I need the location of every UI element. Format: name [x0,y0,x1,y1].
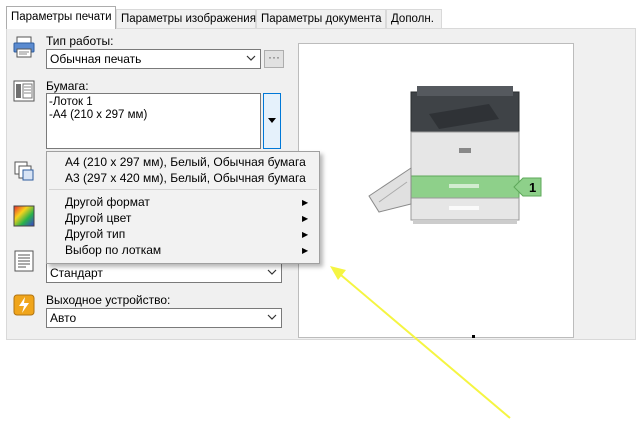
job-type-value: Обычная печать [50,52,142,66]
tab-image-settings[interactable]: Параметры изображения [116,9,256,28]
paper-summary-box[interactable]: -Лоток 1 -A4 (210 x 297 мм) [46,93,261,149]
menu-item-other-size[interactable]: Другой формат ▶ [65,195,308,210]
submenu-arrow-icon: ▶ [302,230,309,239]
menu-item-label: A4 (210 x 297 мм), Белый, Обычная бумага [65,155,306,169]
tab-advanced[interactable]: Дополн. [386,9,442,28]
menu-item-a3-plain[interactable]: A3 (297 x 420 мм), Белый, Обычная бумага [65,171,306,186]
tab-strip: Параметры печати Параметры изображения П… [6,6,636,29]
menu-item-a4-plain[interactable]: A4 (210 x 297 мм), Белый, Обычная бумага [65,155,306,170]
output-device-value: Авто [50,311,77,325]
menu-item-other-type[interactable]: Другой тип ▶ [65,227,308,242]
print-quality-dropdown[interactable]: Стандарт [46,263,282,283]
output-device-label: Выходное устройство: [46,293,171,307]
paper-label: Бумага: [46,79,89,93]
chevron-down-icon [267,314,277,320]
submenu-arrow-icon: ▶ [302,214,309,223]
chevron-down-icon [246,55,256,61]
cursor-icon [472,335,475,338]
menu-item-select-by-tray[interactable]: Выбор по лоткам ▶ [65,243,308,258]
output-device-icon [13,294,35,316]
paper-dropdown-button[interactable] [263,93,281,149]
paper-size-line: -A4 (210 x 297 мм) [49,109,148,121]
printer-preview-pane: 1 [298,43,574,338]
job-type-icon [13,36,35,58]
chevron-down-icon [267,269,277,275]
submenu-arrow-icon: ▶ [302,246,309,255]
job-type-label: Тип работы: [46,34,114,48]
output-device-dropdown[interactable]: Авто [46,308,282,328]
menu-item-label: Выбор по лоткам [65,243,162,257]
print-quality-icon [13,250,35,272]
menu-separator [49,189,317,190]
menu-item-label: Другой формат [65,195,150,209]
caret-down-icon [268,118,276,123]
menu-item-label: A3 (297 x 420 мм), Белый, Обычная бумага [65,171,306,185]
menu-item-other-color[interactable]: Другой цвет ▶ [65,211,308,226]
paper-tray-line: -Лоток 1 [49,96,93,108]
printer-illustration: 1 [368,86,542,224]
tab-document-settings[interactable]: Параметры документа [256,9,386,28]
menu-item-label: Другой тип [65,227,126,241]
job-type-dropdown[interactable]: Обычная печать [46,49,261,69]
print-quality-value: Стандарт [50,266,103,280]
copies-icon [13,160,35,182]
menu-item-label: Другой цвет [65,211,132,225]
color-mode-icon [13,205,35,227]
paper-tray-icon [13,80,35,102]
tray-number-label: 1 [529,180,536,195]
submenu-arrow-icon: ▶ [302,198,309,207]
job-type-more-button[interactable]: ··· [264,50,284,68]
paper-context-menu: A4 (210 x 297 мм), Белый, Обычная бумага… [46,151,320,264]
blank-area [0,340,286,434]
tab-print-settings[interactable]: Параметры печати [6,6,116,29]
